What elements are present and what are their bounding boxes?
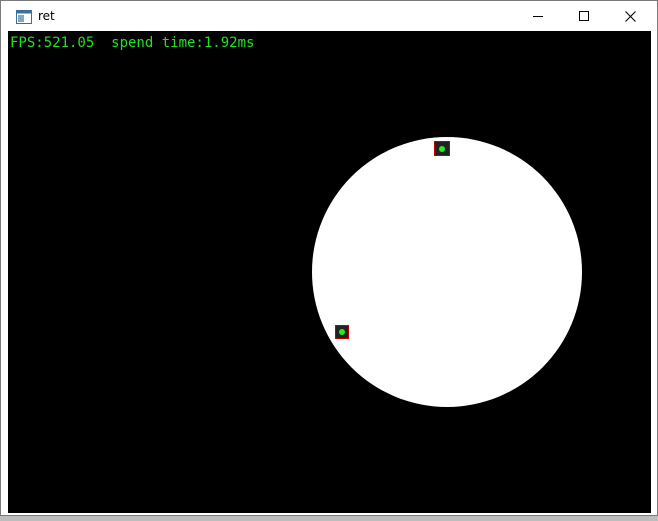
maximize-icon — [579, 11, 589, 21]
app-window-icon — [16, 9, 32, 24]
app-window: ret FPS:521.05 spend time:1.92ms — [0, 0, 658, 516]
title-bar[interactable]: ret — [1, 1, 657, 31]
window-title: ret — [38, 9, 55, 23]
maximize-button[interactable] — [561, 1, 607, 31]
tracked-point-dot — [339, 329, 345, 335]
render-canvas[interactable]: FPS:521.05 spend time:1.92ms — [8, 31, 651, 513]
tracked-point-marker — [335, 325, 349, 339]
white-circle — [312, 137, 582, 407]
minimize-button[interactable] — [515, 1, 561, 31]
close-icon — [624, 10, 636, 22]
minimize-icon — [533, 11, 543, 21]
tracked-point-marker — [434, 141, 450, 156]
close-button[interactable] — [607, 1, 653, 31]
fps-readout: FPS:521.05 spend time:1.92ms — [10, 35, 255, 51]
tracked-point-dot — [439, 146, 445, 152]
